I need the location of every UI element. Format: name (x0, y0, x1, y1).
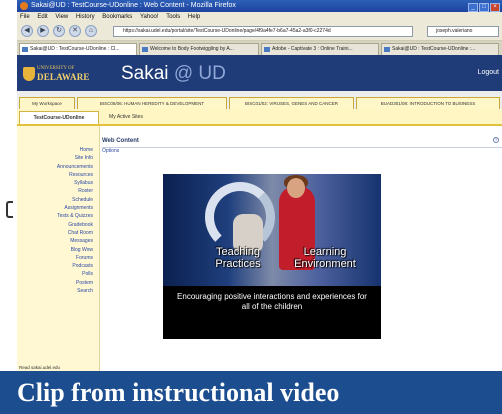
menu-edit[interactable]: Edit (37, 14, 47, 20)
bracket-icon (6, 201, 13, 218)
sidebar-item-announcements[interactable]: Announcements (17, 163, 99, 171)
sidebar-item-roster[interactable]: Roster (17, 187, 99, 195)
left-margin (0, 0, 17, 371)
worksite-tab-my-workspace[interactable]: My Workspace (19, 97, 75, 109)
seal-icon (23, 67, 35, 81)
worksite-tabs: My Workspace BISC05/06: HUMAN HEREDITY &… (17, 91, 502, 110)
menu-view[interactable]: View (55, 14, 68, 20)
tab-testcourse[interactable]: TestCourse-UDonline (19, 111, 99, 124)
minimize-button[interactable]: _ (468, 3, 478, 12)
sidebar-item-schedule[interactable]: Schedule (17, 196, 99, 204)
tool-menu: Home Site Info Announcements Resources S… (17, 126, 100, 371)
teacher-head (287, 178, 305, 198)
search-input[interactable]: joseph.valeriano (427, 26, 499, 37)
sidebar-item-blog-wow[interactable]: Blog Wow (17, 246, 99, 254)
menu-file[interactable]: File (20, 14, 30, 20)
video-label-teaching: Teaching Practices (215, 246, 261, 270)
help-icon[interactable]: ? (493, 137, 499, 143)
video-player[interactable]: Teaching Practices Learning Environment … (163, 174, 381, 339)
university-logo[interactable]: UNIVERSITY OF DELAWARE (23, 66, 89, 82)
sidebar-item-postem[interactable]: Postem (17, 279, 99, 287)
page-title: Web Content (102, 136, 502, 148)
firefox-icon (20, 2, 28, 10)
title-bar: Sakai@UD : TestCourse-UDonline : Web Con… (17, 0, 502, 12)
browser-tab-1[interactable]: Sakai@UD : TestCourse-UDonline : Cl... (19, 43, 137, 55)
navigation-toolbar: ◀ ▶ ↻ ✕ ⌂ https://sakai.udel.edu/portal/… (17, 22, 502, 41)
worksite-tab-bisc01[interactable]: BISC01/02: VIRUSES, GENES AND CANCER (229, 97, 354, 109)
sidebar-item-forums[interactable]: Forums (17, 254, 99, 262)
close-button[interactable]: × (490, 3, 500, 12)
sidebar-item-site-info[interactable]: Site Info (17, 154, 99, 162)
tab-strip: Sakai@UD : TestCourse-UDonline : Cl... W… (17, 41, 502, 55)
forward-button[interactable]: ▶ (37, 25, 49, 37)
sidebar-item-assignments[interactable]: Assignments (17, 204, 99, 212)
menu-help[interactable]: Help (188, 14, 200, 20)
sidebar-item-search[interactable]: Search (17, 287, 99, 295)
sidebar-item-resources[interactable]: Resources (17, 171, 99, 179)
caption-text: Clip from instructional video (17, 378, 340, 407)
maximize-button[interactable]: □ (479, 3, 489, 12)
menu-history[interactable]: History (76, 14, 95, 20)
sidebar-item-tests-quizzes[interactable]: Tests & Quizzes (17, 212, 99, 220)
browser-tab-4[interactable]: Sakai@UD : TestCourse-UDonline :... (381, 43, 499, 55)
worksite-tab-bisc05[interactable]: BISC05/06: HUMAN HEREDITY & DEVELOPMENT (77, 97, 227, 109)
sidebar-item-gradebook[interactable]: Gradebook (17, 221, 99, 229)
browser-tab-3[interactable]: Adobe - Captivate 3 : Online Traini... (261, 43, 379, 55)
sakai-header: UNIVERSITY OF DELAWARE Sakai @ UD Logout (17, 55, 502, 91)
sidebar-item-polls[interactable]: Polls (17, 270, 99, 278)
window-title: Sakai@UD : TestCourse-UDonline : Web Con… (31, 2, 236, 9)
home-button[interactable]: ⌂ (85, 25, 97, 37)
options-link[interactable]: Options (102, 148, 119, 154)
caption-banner: Clip from instructional video (0, 371, 502, 414)
back-button[interactable]: ◀ (21, 25, 33, 37)
menu-bar: File Edit View History Bookmarks Yahoo! … (17, 12, 502, 22)
sub-site-tabs: TestCourse-UDonline My Active Sites (17, 109, 502, 126)
main-content: Web Content ? Options Teaching Practices… (102, 126, 502, 371)
sakai-brand: Sakai @ UD (121, 63, 226, 84)
address-bar[interactable]: https://sakai.udel.edu/portal/site/TestC… (113, 26, 413, 37)
menu-tools[interactable]: Tools (166, 14, 180, 20)
reload-button[interactable]: ↻ (53, 25, 65, 37)
menu-bookmarks[interactable]: Bookmarks (102, 14, 132, 20)
sidebar-item-chat-room[interactable]: Chat Room (17, 229, 99, 237)
sidebar-item-syllabus[interactable]: Syllabus (17, 179, 99, 187)
tab-my-active-sites[interactable]: My Active Sites (101, 111, 151, 124)
video-label-learning: Learning Environment (294, 246, 356, 270)
worksite-tab-buad301[interactable]: BUAD301/08: INTRODUCTION TO BUSINESS (356, 97, 500, 109)
browser-tab-2[interactable]: Welcome to Body Footwiggling by A... (139, 43, 259, 55)
sidebar-item-podcasts[interactable]: Podcasts (17, 262, 99, 270)
sidebar-item-messages[interactable]: Messages (17, 237, 99, 245)
browser-window: Sakai@UD : TestCourse-UDonline : Web Con… (17, 0, 502, 371)
sidebar-item-home[interactable]: Home (17, 146, 99, 154)
video-caption: Encouraging positive interactions and ex… (177, 292, 367, 311)
logout-link[interactable]: Logout (478, 69, 499, 76)
stop-button[interactable]: ✕ (69, 25, 81, 37)
status-text: Read sakai.udel.edu (19, 365, 61, 370)
menu-yahoo[interactable]: Yahoo! (140, 14, 159, 20)
